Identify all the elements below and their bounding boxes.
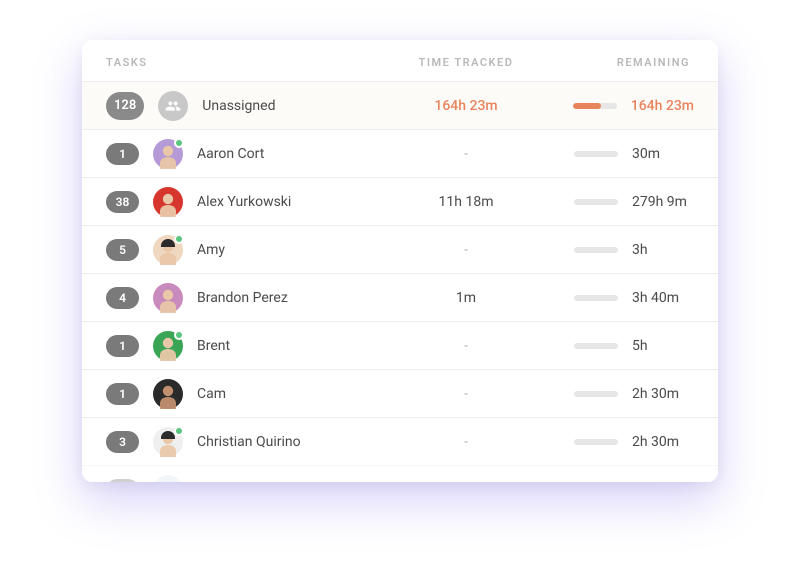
task-count-badge: 38 xyxy=(106,191,139,213)
remaining-value: 164h 23m xyxy=(631,98,694,114)
status-online-icon xyxy=(174,138,184,148)
table-row[interactable]: 3 Christian Quirino-2h 30m xyxy=(82,417,718,465)
task-count-badge: 3 xyxy=(106,431,139,453)
task-count-badge: 1 xyxy=(106,335,139,357)
table-row[interactable]: 5 Amy-3h xyxy=(82,225,718,273)
remaining-bar xyxy=(574,391,618,397)
time-tracked-value: - xyxy=(386,434,546,450)
remaining-value: 1h 30m xyxy=(632,482,694,483)
assignee-name: Amy xyxy=(197,242,225,258)
table-row[interactable]: 1 Brent-5h xyxy=(82,321,718,369)
task-count-badge: 128 xyxy=(106,92,144,120)
time-tracked-value: 1m xyxy=(386,290,546,306)
time-tracked-value: - xyxy=(386,242,546,258)
remaining-cell: 3h 40m xyxy=(546,290,694,306)
column-header-tasks: TASKS xyxy=(106,56,386,69)
assignee-name: Unassigned xyxy=(202,98,275,114)
remaining-bar xyxy=(574,295,618,301)
remaining-cell: 2h 30m xyxy=(546,434,694,450)
remaining-bar xyxy=(574,247,618,253)
row-left: 4 Brandon Perez xyxy=(106,283,386,313)
remaining-value: 3h xyxy=(632,242,694,258)
time-tracked-value: - xyxy=(386,482,546,483)
remaining-bar xyxy=(574,199,618,205)
row-left: 1 Brent xyxy=(106,331,386,361)
assignee-name: Brandon Perez xyxy=(197,290,288,306)
remaining-bar xyxy=(574,439,618,445)
status-online-icon xyxy=(174,330,184,340)
remaining-value: 2h 30m xyxy=(632,386,694,402)
table-row[interactable]: 4 Brandon Perez1m3h 40m xyxy=(82,273,718,321)
table-row[interactable]: 1 Aaron Cort-30m xyxy=(82,129,718,177)
column-header-time-tracked: TIME TRACKED xyxy=(386,56,546,69)
remaining-bar xyxy=(574,343,618,349)
avatar xyxy=(153,235,183,265)
row-left: 128 Unassigned xyxy=(106,91,386,121)
column-header-remaining: REMAINING xyxy=(546,56,694,69)
remaining-bar xyxy=(573,103,617,109)
task-count-badge: 2 xyxy=(106,479,139,483)
status-online-icon xyxy=(174,426,184,436)
assignee-name: Christian Quirino xyxy=(197,434,301,450)
avatar xyxy=(153,187,183,217)
task-count-badge: 1 xyxy=(106,143,139,165)
row-left: 3 Christian Quirino xyxy=(106,427,386,457)
remaining-cell: 164h 23m xyxy=(546,98,694,114)
assignee-name: Faisal Malas xyxy=(197,482,275,483)
assignee-name: Brent xyxy=(197,338,230,354)
remaining-cell: 3h xyxy=(546,242,694,258)
remaining-cell: 5h xyxy=(546,338,694,354)
avatar xyxy=(153,139,183,169)
assignee-name: Aaron Cort xyxy=(197,146,264,162)
group-icon xyxy=(158,91,188,121)
table-body: 128 Unassigned 164h 23m 164h 23m 1 Aaron Cor… xyxy=(82,81,718,482)
row-left: 1 Cam xyxy=(106,379,386,409)
remaining-cell: 30m xyxy=(546,146,694,162)
row-left: 38 Alex Yurkowski xyxy=(106,187,386,217)
task-count-badge: 4 xyxy=(106,287,139,309)
remaining-bar-fill xyxy=(573,103,602,109)
table-row[interactable]: 1 Cam-2h 30m xyxy=(82,369,718,417)
remaining-value: 30m xyxy=(632,146,694,162)
status-online-icon xyxy=(174,234,184,244)
remaining-bar xyxy=(574,151,618,157)
avatar xyxy=(153,331,183,361)
time-tracked-value: 11h 18m xyxy=(386,194,546,210)
remaining-value: 279h 9m xyxy=(632,194,694,210)
workload-card: TASKS TIME TRACKED REMAINING 128 Unassign… xyxy=(82,40,718,482)
table-header: TASKS TIME TRACKED REMAINING xyxy=(82,40,718,81)
time-tracked-value: 164h 23m xyxy=(386,98,546,114)
row-left: 5 Amy xyxy=(106,235,386,265)
avatar xyxy=(153,427,183,457)
row-left: 2 Faisal Malas xyxy=(106,475,386,483)
remaining-value: 2h 30m xyxy=(632,434,694,450)
remaining-value: 5h xyxy=(632,338,694,354)
avatar xyxy=(153,283,183,313)
table-row[interactable]: 2 Faisal Malas-1h 30m xyxy=(82,465,718,482)
assignee-name: Alex Yurkowski xyxy=(197,194,291,210)
task-count-badge: 1 xyxy=(106,383,139,405)
assignee-name: Cam xyxy=(197,386,226,402)
remaining-cell: 279h 9m xyxy=(546,194,694,210)
avatar xyxy=(153,475,183,483)
task-count-badge: 5 xyxy=(106,239,139,261)
table-row[interactable]: 38 Alex Yurkowski11h 18m279h 9m xyxy=(82,177,718,225)
remaining-value: 3h 40m xyxy=(632,290,694,306)
time-tracked-value: - xyxy=(386,338,546,354)
table-row[interactable]: 128 Unassigned 164h 23m 164h 23m xyxy=(82,81,718,129)
time-tracked-value: - xyxy=(386,146,546,162)
time-tracked-value: - xyxy=(386,386,546,402)
avatar xyxy=(153,379,183,409)
remaining-cell: 1h 30m xyxy=(546,482,694,483)
row-left: 1 Aaron Cort xyxy=(106,139,386,169)
remaining-cell: 2h 30m xyxy=(546,386,694,402)
